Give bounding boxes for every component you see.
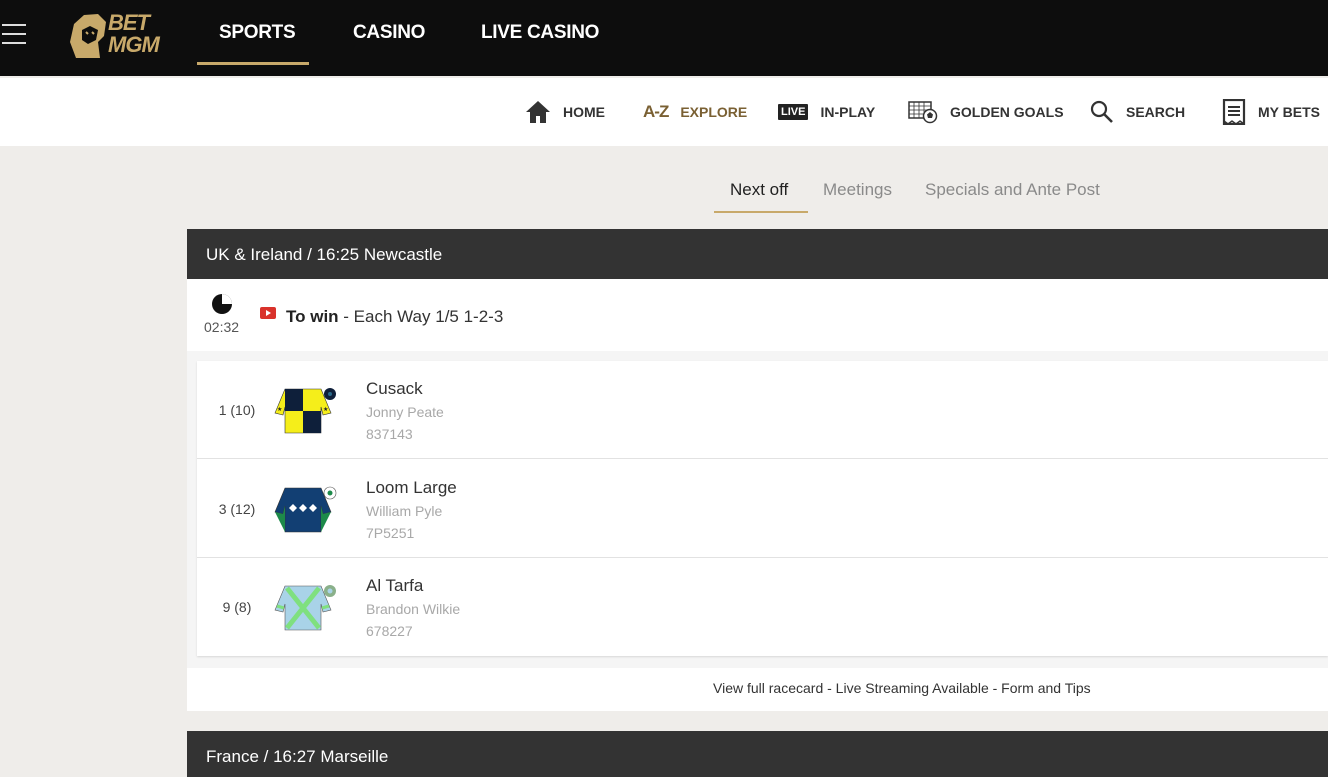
menu-icon[interactable] bbox=[2, 24, 26, 46]
subnav-golden-goals[interactable]: GOLDEN GOALS bbox=[908, 100, 1064, 124]
runner-number-draw: 1 (10) bbox=[218, 402, 256, 418]
runner-number-draw: 3 (12) bbox=[218, 501, 256, 517]
countdown-timer-icon bbox=[212, 294, 232, 314]
top-bar: BET MGM SPORTS CASINO LIVE CASINO bbox=[0, 0, 1328, 76]
subnav-search-label: SEARCH bbox=[1126, 104, 1186, 120]
nav-casino[interactable]: CASINO bbox=[353, 22, 425, 44]
subnav-golden-goals-label: GOLDEN GOALS bbox=[950, 104, 1064, 120]
runner-form: 7P5251 bbox=[366, 525, 415, 541]
svg-text:★: ★ bbox=[323, 406, 328, 413]
jockey-silks-icon: ★ ★ bbox=[274, 388, 336, 434]
runner-jockey: William Pyle bbox=[366, 503, 443, 519]
race-header[interactable]: France / 16:27 Marseille bbox=[187, 731, 1328, 777]
market-name: To win bbox=[286, 307, 339, 326]
secondary-nav: HOME A-Z EXPLORE LIVE IN-PLAY GOLDEN GOA… bbox=[0, 78, 1328, 146]
bet-slip-icon bbox=[1222, 99, 1246, 125]
active-tab-indicator bbox=[714, 211, 808, 213]
live-badge-icon: LIVE bbox=[778, 104, 809, 120]
subnav-home[interactable]: HOME bbox=[525, 100, 605, 124]
subnav-my-bets[interactable]: MY BETS bbox=[1222, 99, 1320, 125]
runner-list: 1 (10) ★ ★ Cusack Jonny Peate 837143 3 (1… bbox=[197, 361, 1328, 656]
runner-name: Al Tarfa bbox=[366, 576, 424, 595]
betmgm-logo[interactable]: BET MGM bbox=[68, 10, 168, 60]
logo-mgm-text: MGM bbox=[108, 32, 160, 57]
market-title: To win - Each Way 1/5 1-2-3 bbox=[286, 307, 503, 327]
race-countdown: 02:32 bbox=[204, 319, 240, 335]
golden-goals-icon bbox=[908, 100, 938, 124]
jockey-silks-icon bbox=[274, 585, 336, 631]
runner-number-draw: 9 (8) bbox=[222, 599, 252, 615]
subnav-inplay[interactable]: LIVE IN-PLAY bbox=[778, 100, 875, 124]
market-terms: - Each Way 1/5 1-2-3 bbox=[338, 307, 504, 326]
subnav-search[interactable]: SEARCH bbox=[1090, 100, 1185, 124]
view-full-racecard-link[interactable]: View full racecard - Live Streaming Avai… bbox=[713, 680, 1091, 696]
home-icon bbox=[525, 100, 551, 124]
market-row: 02:32 To win - Each Way 1/5 1-2-3 bbox=[187, 279, 1328, 351]
logo-bet-text: BET bbox=[108, 10, 150, 35]
subnav-home-label: HOME bbox=[563, 104, 605, 120]
runner-form: 678227 bbox=[366, 623, 413, 639]
live-stream-icon[interactable] bbox=[260, 307, 276, 319]
active-nav-indicator bbox=[197, 62, 309, 65]
search-icon bbox=[1090, 100, 1114, 124]
subnav-explore-label: EXPLORE bbox=[680, 104, 748, 120]
tab-specials-ante-post[interactable]: Specials and Ante Post bbox=[925, 180, 1100, 200]
runner-jockey: Jonny Peate bbox=[366, 404, 444, 420]
runner-jockey: Brandon Wilkie bbox=[366, 601, 461, 617]
runner-form: 837143 bbox=[366, 426, 413, 442]
lion-icon bbox=[70, 14, 106, 58]
nav-sports[interactable]: SPORTS bbox=[219, 22, 296, 44]
nav-live-casino[interactable]: LIVE CASINO bbox=[481, 22, 599, 44]
race-header[interactable]: UK & Ireland / 16:25 Newcastle bbox=[187, 229, 1328, 279]
jockey-silks-icon bbox=[274, 486, 337, 533]
subnav-inplay-label: IN-PLAY bbox=[820, 104, 876, 120]
az-icon: A-Z bbox=[643, 102, 669, 121]
subnav-explore[interactable]: A-Z EXPLORE bbox=[643, 100, 747, 124]
subnav-my-bets-label: MY BETS bbox=[1258, 104, 1320, 120]
runner-name: Cusack bbox=[366, 379, 423, 398]
racecard-footer: View full racecard - Live Streaming Avai… bbox=[187, 668, 1328, 711]
runner-row[interactable]: 9 (8) Al Tarfa Brandon Wilkie 678227 bbox=[197, 558, 1328, 656]
race-card: 02:32 To win - Each Way 1/5 1-2-3 1 (10)… bbox=[187, 279, 1328, 711]
runner-row[interactable]: 1 (10) ★ ★ Cusack Jonny Peate 837143 bbox=[197, 361, 1328, 459]
tab-meetings[interactable]: Meetings bbox=[823, 180, 892, 200]
svg-text:★: ★ bbox=[277, 406, 282, 413]
runner-name: Loom Large bbox=[366, 478, 457, 497]
tab-next-off[interactable]: Next off bbox=[730, 180, 788, 200]
runner-row[interactable]: 3 (12) Loom Large William Pyle 7P5251 bbox=[197, 460, 1328, 558]
